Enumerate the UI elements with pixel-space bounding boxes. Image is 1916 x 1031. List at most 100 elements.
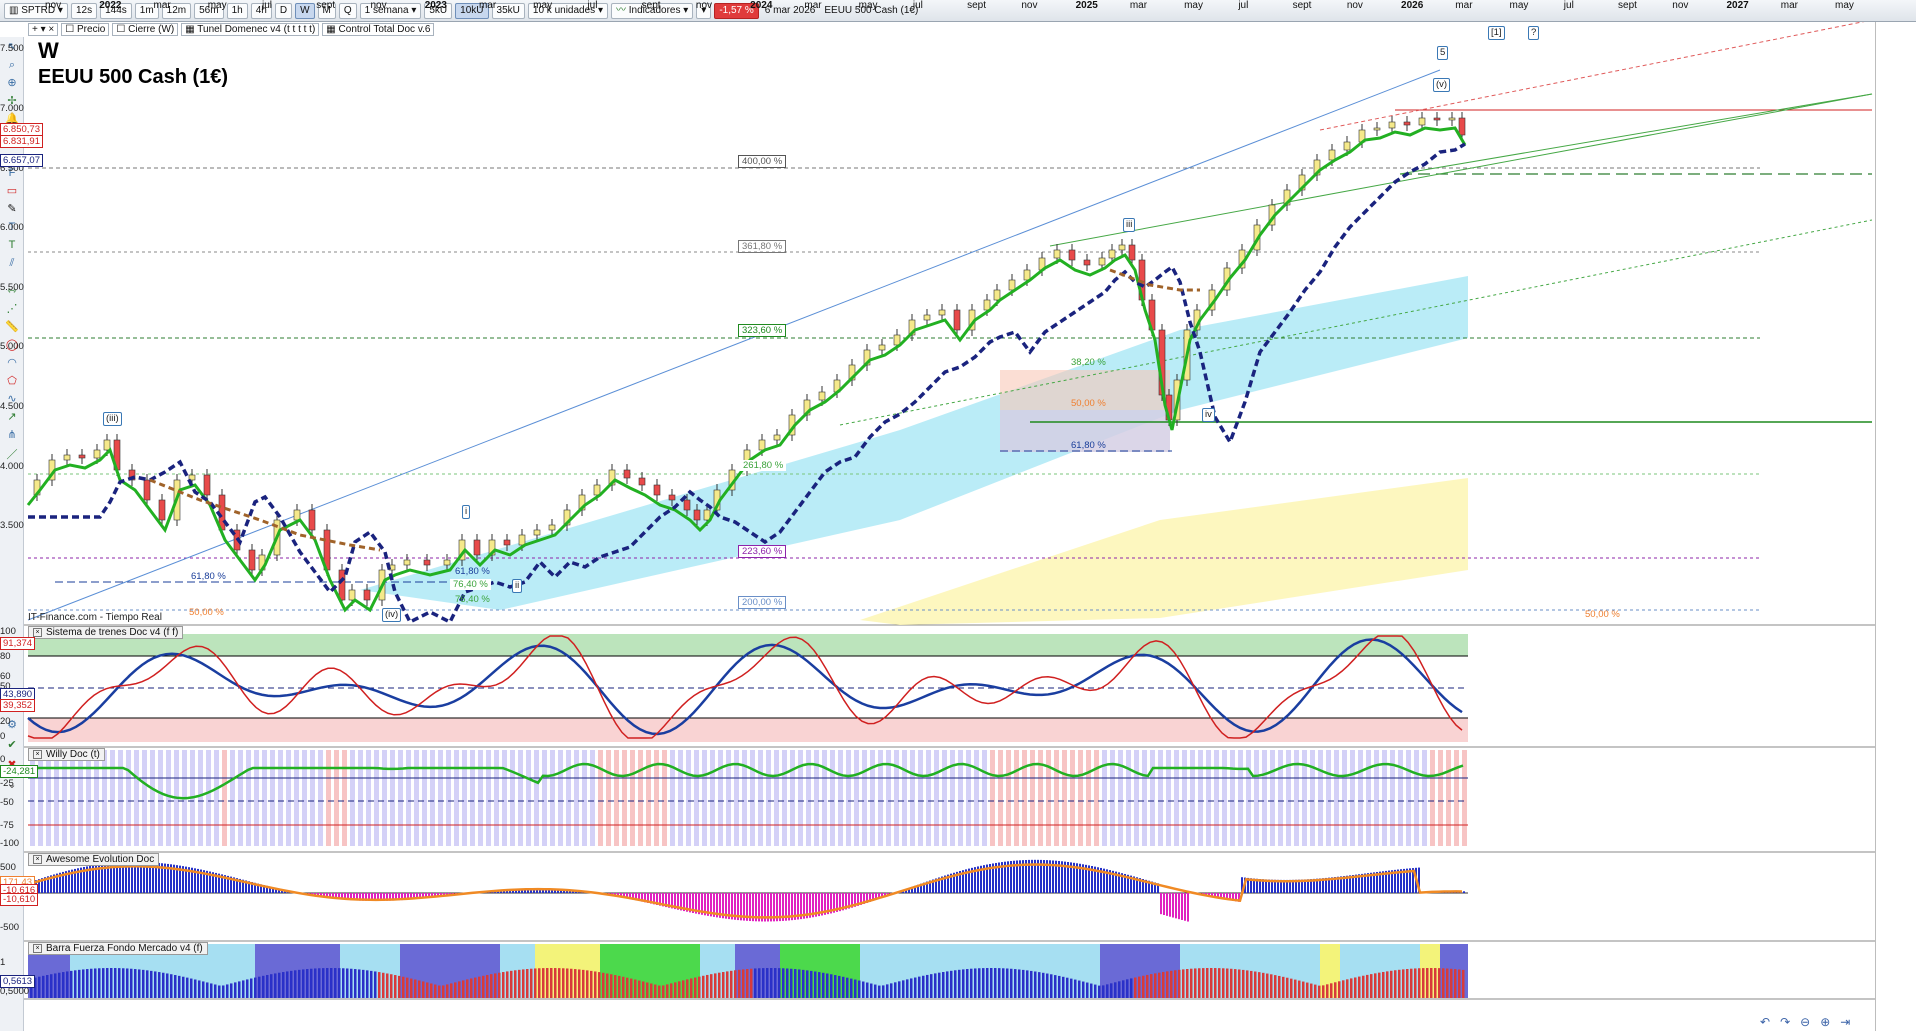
willy-background-bar	[1446, 750, 1451, 846]
zoom-out-icon[interactable]: ⊖	[1800, 1015, 1810, 1029]
barra-strength-bar	[1146, 974, 1149, 998]
willy-background-bar	[46, 750, 51, 846]
panel-header-awesome[interactable]: × Awesome Evolution Doc	[28, 853, 160, 866]
fibo-level-label: 50,00 %	[1071, 398, 1106, 409]
willy-background-bar	[334, 750, 339, 846]
chart-canvas[interactable]	[0, 0, 1916, 1031]
channel-icon[interactable]: ⫽	[4, 255, 20, 271]
unit-35ku[interactable]: 35kU	[491, 2, 525, 19]
willy-background-bar	[1278, 750, 1283, 846]
willy-background-bar	[1254, 750, 1259, 846]
barra-strength-bar	[354, 969, 357, 998]
willy-background-bar	[1406, 750, 1411, 846]
panel-close-icon[interactable]: ×	[33, 628, 42, 637]
barra-strength-bar	[1322, 985, 1325, 998]
add-series-button[interactable]: + ▾ ×	[28, 23, 59, 36]
willy-background-bar	[166, 750, 171, 846]
barra-strength-bar	[642, 981, 645, 998]
panel-header-trenes[interactable]: × Sistema de trenes Doc v4 (f f)	[28, 626, 184, 639]
barra-strength-bar	[410, 978, 413, 998]
label-icon[interactable]: T	[4, 237, 20, 253]
arc-icon[interactable]: ◠	[4, 355, 20, 371]
zoom-icon[interactable]: ⌕	[4, 57, 20, 73]
barra-strength-bar	[1066, 977, 1069, 998]
timeframe-q[interactable]: Q	[338, 2, 357, 19]
period-select[interactable]: 1 semana ▾	[359, 2, 422, 19]
timeframe-d[interactable]: D	[274, 2, 293, 19]
barra-strength-bar	[286, 971, 289, 998]
barra-strength-bar	[46, 975, 49, 998]
timeframe-12s[interactable]: 12s	[70, 2, 98, 19]
price-axis-tick: 7.000	[0, 103, 24, 114]
willy-background-bar	[790, 750, 795, 846]
willy-background-bar	[1454, 750, 1459, 846]
barra-strength-bar	[1094, 984, 1097, 998]
barra-strength-bar	[110, 968, 113, 998]
fibo-level-label: 200,00 %	[738, 596, 787, 609]
undo-icon[interactable]: ↶	[1760, 1015, 1770, 1029]
barra-strength-bar	[870, 983, 873, 998]
ruler-icon[interactable]: 📏	[4, 319, 20, 335]
willy-background-bar	[422, 750, 427, 846]
willy-background-bar	[1054, 750, 1059, 846]
willy-background-bar	[350, 750, 355, 846]
willy-background-bar	[1262, 750, 1267, 846]
barra-strength-bar	[1034, 971, 1037, 998]
barra-strength-bar	[474, 977, 477, 998]
willy-background-bar	[254, 750, 259, 846]
barra-strength-bar	[1282, 976, 1285, 998]
series-control-total[interactable]: ▦ Control Total Doc v.6	[322, 23, 435, 36]
willy-background-bar	[1094, 750, 1099, 846]
rectangle-icon[interactable]: ▭	[4, 183, 20, 199]
barra-strength-bar	[482, 975, 485, 998]
willy-background-bar	[1462, 750, 1467, 846]
willy-background-bar	[670, 750, 675, 846]
scroll-end-icon[interactable]: ⇥	[1840, 1015, 1850, 1029]
willy-background-bar	[326, 750, 331, 846]
barra-strength-bar	[1270, 974, 1273, 998]
panel-close-icon[interactable]: ×	[33, 944, 42, 953]
barra-strength-bar	[778, 968, 781, 998]
barra-strength-bar	[1418, 968, 1421, 998]
willy-background-bar	[134, 750, 139, 846]
willy-background-bar	[1158, 750, 1163, 846]
time-axis-tick: sept	[1292, 0, 1312, 11]
barra-strength-bar	[582, 969, 585, 998]
barra-strength-bar	[690, 978, 693, 998]
pitchfork-icon[interactable]: ⋔	[4, 427, 20, 443]
timeframe-1h[interactable]: 1h	[226, 2, 248, 19]
barra-strength-bar	[606, 973, 609, 998]
barra-strength-bar	[722, 972, 725, 998]
barra-strength-bar	[1434, 968, 1437, 998]
barra-strength-bar	[1202, 968, 1205, 998]
pencil-icon[interactable]: ✎	[4, 201, 20, 217]
series-precio[interactable]: ☐ Precio	[61, 23, 110, 36]
zoom-in-icon[interactable]: ⊕	[4, 75, 20, 91]
willy-background-bar	[222, 750, 227, 846]
check-icon[interactable]: ✔	[4, 737, 20, 753]
time-axis-tick: mar	[153, 0, 171, 11]
series-cierre[interactable]: ☐ Cierre (W)	[112, 23, 179, 36]
panel-close-icon[interactable]: ×	[33, 855, 42, 864]
time-axis-tick: mar	[478, 0, 497, 11]
barra-strength-bar	[994, 968, 997, 998]
zoom-in-icon[interactable]: ⊕	[1820, 1015, 1830, 1029]
series-tunel[interactable]: ▦ Tunel Domenec v4 (t t t t t)	[181, 23, 320, 36]
redo-icon[interactable]: ↷	[1780, 1015, 1790, 1029]
willy-background-bar	[1334, 750, 1339, 846]
willy-background-bar	[710, 750, 715, 846]
polygon-icon[interactable]: ⬠	[4, 373, 20, 389]
timeframe-w[interactable]: W	[295, 2, 315, 19]
price-candle	[953, 309, 961, 331]
willy-background-bar	[382, 750, 387, 846]
price-candle	[473, 539, 481, 556]
willy-background-bar	[1342, 750, 1347, 846]
barra-strength-bar	[142, 969, 145, 998]
panel-header-willy[interactable]: × Willy Doc (t)	[28, 748, 105, 761]
fan-icon[interactable]: ⋰	[4, 301, 20, 317]
barra-strength-bar	[70, 970, 73, 998]
price-axis[interactable]	[1875, 22, 1916, 1031]
willy-background-bar	[1022, 750, 1027, 846]
panel-close-icon[interactable]: ×	[33, 750, 42, 759]
panel-header-barra[interactable]: × Barra Fuerza Fondo Mercado v4 (f)	[28, 942, 208, 955]
